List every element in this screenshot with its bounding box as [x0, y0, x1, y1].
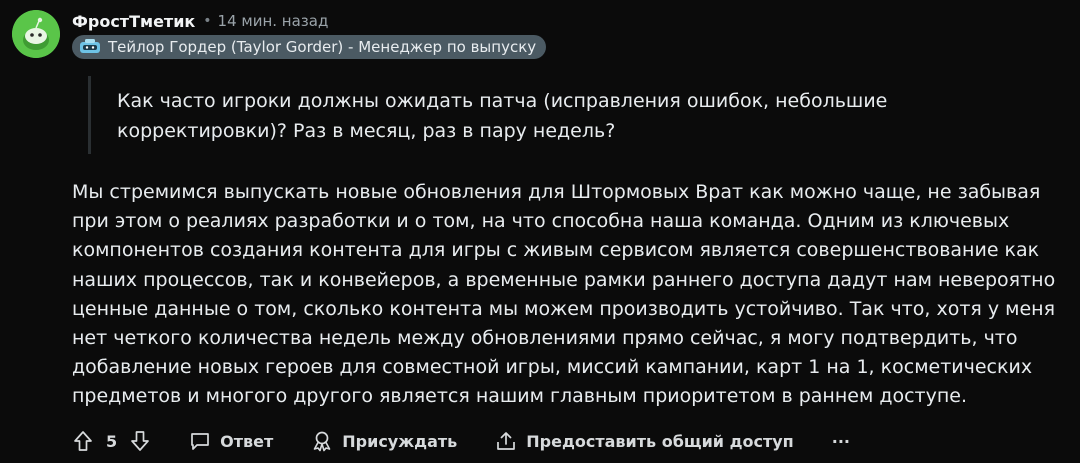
speech-bubble-icon [191, 433, 209, 450]
reply-label: Ответ [220, 431, 274, 451]
award-ribbon-icon [313, 431, 331, 452]
share-label: Предоставить общий доступ [526, 431, 794, 451]
action-bar: 5 Ответ Присуждать Предоставить общий до… [72, 426, 850, 456]
award-label: Присуждать [342, 431, 458, 451]
upvote-button[interactable] [72, 430, 94, 452]
vote-score: 5 [106, 431, 118, 451]
more-options-button[interactable]: ··· [832, 432, 850, 451]
flair-text: Тейлор Гордер (Taylor Gorder) - Менеджер… [108, 38, 537, 56]
more-options-icon: ··· [831, 431, 850, 451]
upvote-arrow-icon [74, 431, 92, 451]
user-flair: Тейлор Гордер (Taylor Gorder) - Менеджер… [72, 35, 547, 59]
share-upload-icon [497, 432, 516, 450]
avatar[interactable] [12, 10, 60, 58]
separator-dot: • [203, 13, 212, 29]
downvote-button[interactable] [129, 430, 151, 452]
blockquote: Как часто игроки должны ожидать патча (и… [88, 76, 1051, 154]
snoo-avatar-icon [12, 10, 60, 58]
timestamp[interactable]: 14 мин. назад [218, 12, 329, 30]
downvote-arrow-icon [131, 431, 149, 451]
flair-badge-icon [78, 38, 102, 56]
share-button[interactable]: Предоставить общий доступ [495, 430, 794, 452]
comment-body: Мы стремимся выпускать новые обновления … [72, 181, 1056, 408]
comment-header: ФростТметик • 14 мин. назад [72, 10, 328, 32]
username[interactable]: ФростТметик [72, 12, 195, 31]
reply-button[interactable]: Ответ [189, 430, 273, 452]
quote-text: Как часто игроки должны ожидать патча (и… [117, 90, 888, 142]
award-button[interactable]: Присуждать [311, 430, 457, 452]
